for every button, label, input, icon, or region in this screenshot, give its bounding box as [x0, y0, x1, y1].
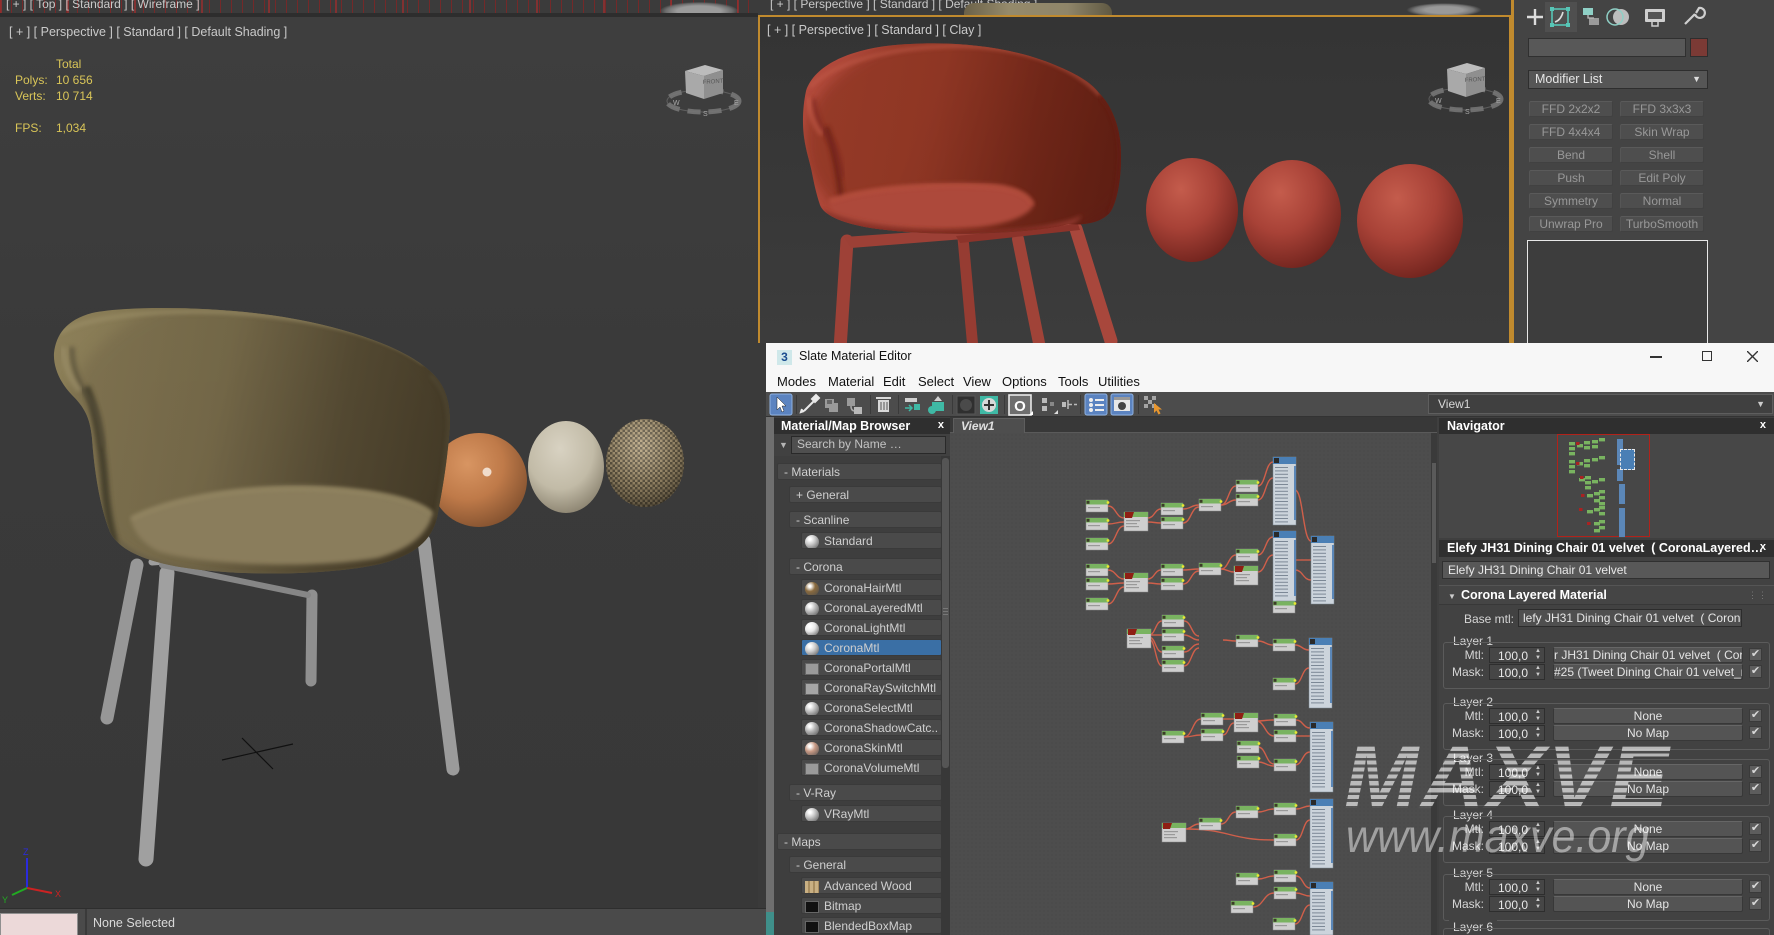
svg-text:O: O: [1014, 398, 1026, 415]
svg-text:Y: Y: [2, 895, 8, 905]
svg-text:X: X: [55, 889, 61, 899]
svg-text:Z: Z: [23, 847, 29, 857]
